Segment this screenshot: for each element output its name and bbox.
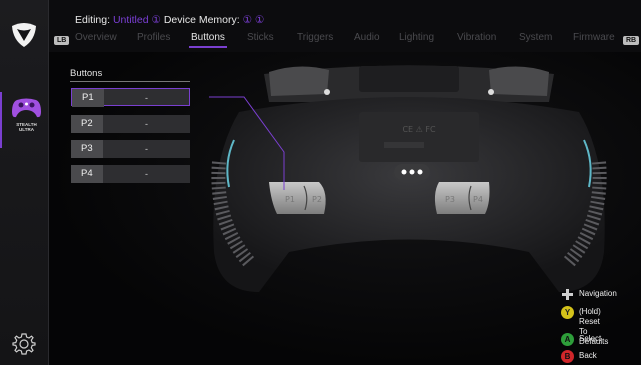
buttons-section-title: Buttons (70, 68, 103, 79)
paddle-left-outer-label: P1 (285, 195, 295, 204)
legend-label: Select (579, 334, 602, 343)
b-button-icon: B (561, 350, 574, 363)
editing-status: Editing: Untitled ① Device Memory: ① ① (75, 14, 264, 26)
main-panel: Buttons P1 - P2 - P3 - P4 - CE ⚠ FC P2 P… (49, 52, 641, 365)
svg-text:CE ⚠ FC: CE ⚠ FC (402, 125, 436, 134)
editing-value: Untitled ① (112, 14, 161, 26)
button-row-value: - (145, 119, 148, 129)
button-row-label: P2 (71, 115, 103, 133)
tab-vibration[interactable]: Vibration (457, 32, 496, 43)
paddle-left-inner-label: P2 (312, 195, 322, 204)
memory-label: Device Memory: (163, 14, 240, 26)
button-row-p1[interactable]: P1 - (71, 88, 190, 107)
editing-label: Editing: (75, 14, 111, 26)
tab-system[interactable]: System (519, 32, 552, 43)
rb-button-hint: RB (623, 36, 640, 45)
device-stealth-ultra[interactable]: STEALTH ULTRA (0, 92, 49, 148)
button-row-label: P1 (72, 89, 104, 107)
tab-audio[interactable]: Audio (354, 32, 380, 43)
button-row-value: - (145, 169, 148, 179)
button-row-label: P4 (71, 165, 103, 183)
paddle-right-inner-label: P4 (473, 195, 483, 204)
a-button-icon: A (561, 333, 574, 346)
tab-overview[interactable]: Overview (75, 32, 117, 43)
paddle-right-outer-label: P3 (445, 195, 455, 204)
turtle-beach-logo-icon (12, 23, 36, 47)
controller-back-image: CE ⚠ FC P2 P1 P3 P4 (209, 65, 607, 292)
y-button-icon: Y (561, 306, 574, 319)
tab-bar: Overview Profiles Buttons Sticks Trigger… (75, 32, 623, 48)
button-row-p3[interactable]: P3 - (71, 140, 190, 158)
tab-triggers[interactable]: Triggers (297, 32, 333, 43)
button-row-p4[interactable]: P4 - (71, 165, 190, 183)
tab-firmware[interactable]: Firmware (573, 32, 615, 43)
button-row-value: - (145, 93, 148, 103)
button-row-value: - (145, 144, 148, 154)
legend-label: Back (579, 351, 597, 360)
memory-value: ① ① (242, 14, 265, 26)
device-name: STEALTH ULTRA (16, 122, 37, 132)
controller-icon (12, 98, 41, 118)
tab-lighting[interactable]: Lighting (399, 32, 434, 43)
header: Editing: Untitled ① Device Memory: ① ① L… (49, 0, 641, 52)
gear-icon[interactable] (12, 332, 36, 356)
left-rail: STEALTH ULTRA (0, 0, 49, 365)
tab-buttons[interactable]: Buttons (189, 32, 227, 48)
button-row-p2[interactable]: P2 - (71, 115, 190, 133)
tab-sticks[interactable]: Sticks (247, 32, 274, 43)
legend-label: Navigation (579, 289, 617, 298)
button-row-label: P3 (71, 140, 103, 158)
section-divider (70, 81, 190, 82)
lb-button-hint: LB (54, 36, 70, 45)
tab-profiles[interactable]: Profiles (137, 32, 170, 43)
dpad-icon (562, 289, 573, 300)
